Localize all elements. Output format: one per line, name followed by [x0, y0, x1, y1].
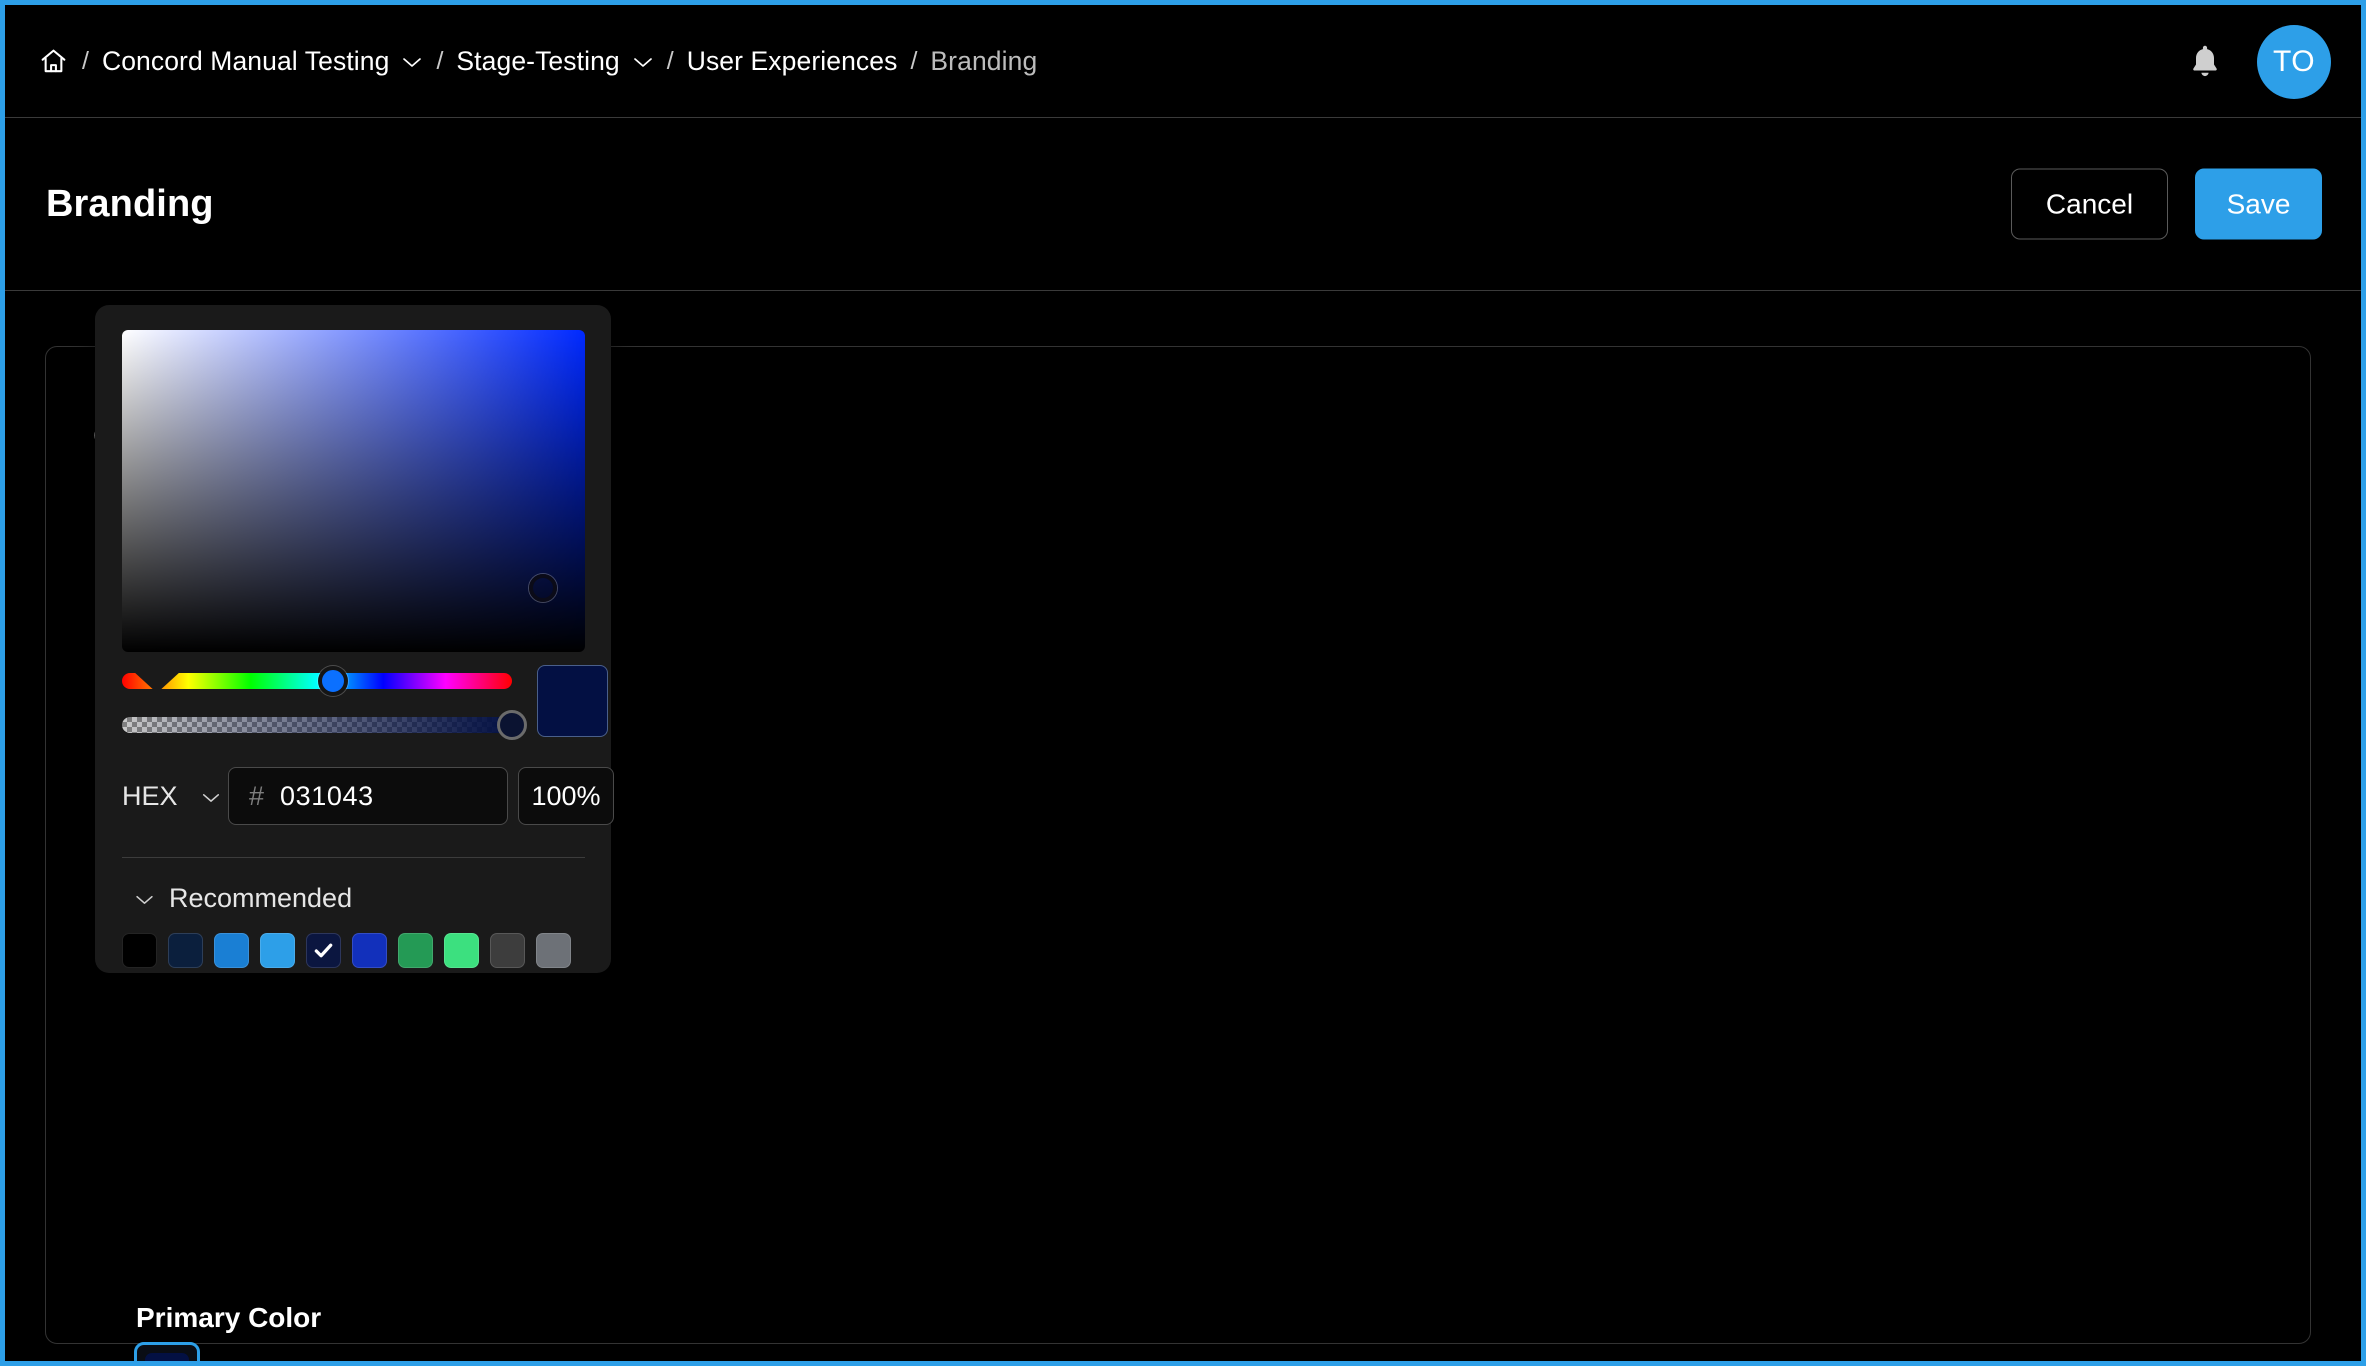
app-window: / Concord Manual Testing / Stage-Testing…	[0, 0, 2366, 1366]
hex-input[interactable]: # 031043	[228, 767, 508, 825]
picker-divider	[122, 857, 585, 858]
breadcrumb-separator-3: /	[666, 46, 674, 75]
primary-color-label: Primary Color	[136, 1302, 321, 1334]
primary-color-hex: #031043	[222, 1359, 337, 1362]
primary-color-row: #031043	[134, 1342, 337, 1362]
breadcrumb-bar: / Concord Manual Testing / Stage-Testing…	[5, 5, 2361, 118]
breadcrumb-label-org: Concord Manual Testing	[101, 45, 390, 76]
color-format-label: HEX	[122, 780, 178, 811]
chevron-down-icon	[134, 893, 155, 906]
primary-color-swatch-button[interactable]	[134, 1342, 200, 1361]
primary-color-label-text: Primary Color	[136, 1302, 322, 1333]
color-format-select[interactable]: HEX	[122, 781, 228, 812]
avatar[interactable]: TO	[2257, 24, 2331, 99]
color-picker-arrow	[133, 671, 181, 693]
breadcrumb-item-branding: Branding	[930, 45, 1038, 76]
recommended-swatch-7[interactable]	[444, 933, 479, 968]
cancel-button[interactable]: Cancel	[2011, 168, 2168, 240]
recommended-section-toggle[interactable]: Recommended	[122, 883, 352, 914]
hue-slider-handle[interactable]	[317, 666, 348, 696]
saturation-handle[interactable]	[529, 573, 558, 602]
recommended-swatch-5[interactable]	[352, 933, 387, 968]
breadcrumb-separator-2: /	[436, 46, 444, 75]
color-preview-chip	[537, 665, 608, 737]
breadcrumb-separator-1: /	[82, 46, 89, 75]
breadcrumb-separator-4: /	[910, 46, 918, 75]
recommended-swatch-2[interactable]	[214, 933, 249, 968]
recommended-swatch-list	[122, 933, 571, 968]
page-header-actions: Cancel Save	[2011, 168, 2322, 240]
check-icon	[314, 943, 333, 958]
bell-icon[interactable]	[2187, 42, 2223, 82]
hash-symbol: #	[249, 780, 265, 811]
recommended-swatch-1[interactable]	[168, 933, 203, 968]
recommended-swatch-8[interactable]	[490, 933, 525, 968]
avatar-initials: TO	[2272, 44, 2316, 78]
topbar-actions: TO	[2187, 5, 2331, 118]
page-title: Branding	[46, 182, 214, 225]
breadcrumb-item-environment[interactable]: Stage-Testing	[456, 48, 653, 75]
page-header: Branding Cancel Save	[5, 118, 2361, 291]
chevron-down-icon[interactable]	[401, 55, 423, 69]
primary-color-chip	[145, 1353, 189, 1361]
save-button[interactable]: Save	[2195, 168, 2322, 240]
breadcrumb-label-environment: Stage-Testing	[456, 45, 620, 76]
breadcrumb-item-org[interactable]: Concord Manual Testing	[102, 48, 424, 75]
recommended-swatch-3[interactable]	[260, 933, 295, 968]
hex-input-value: 031043	[280, 780, 374, 811]
chevron-down-icon[interactable]	[632, 55, 654, 69]
color-value-row: HEX # 031043 100%	[122, 767, 614, 825]
recommended-label: Recommended	[169, 883, 353, 913]
color-picker-popover: HEX # 031043 100% Recommended	[95, 305, 614, 973]
recommended-swatch-6[interactable]	[398, 933, 433, 968]
alpha-slider-handle[interactable]	[497, 710, 527, 740]
alpha-input[interactable]: 100%	[518, 767, 614, 825]
recommended-swatch-0[interactable]	[122, 933, 157, 968]
breadcrumb: / Concord Manual Testing / Stage-Testing…	[38, 46, 1037, 77]
recommended-swatch-4[interactable]	[306, 933, 341, 968]
saturation-value-area[interactable]	[122, 330, 585, 652]
recommended-swatch-9[interactable]	[536, 933, 571, 968]
alpha-slider[interactable]	[122, 717, 512, 733]
chevron-down-icon[interactable]	[201, 791, 221, 804]
breadcrumb-item-user-experiences[interactable]: User Experiences	[687, 48, 898, 75]
home-icon[interactable]	[38, 46, 69, 77]
